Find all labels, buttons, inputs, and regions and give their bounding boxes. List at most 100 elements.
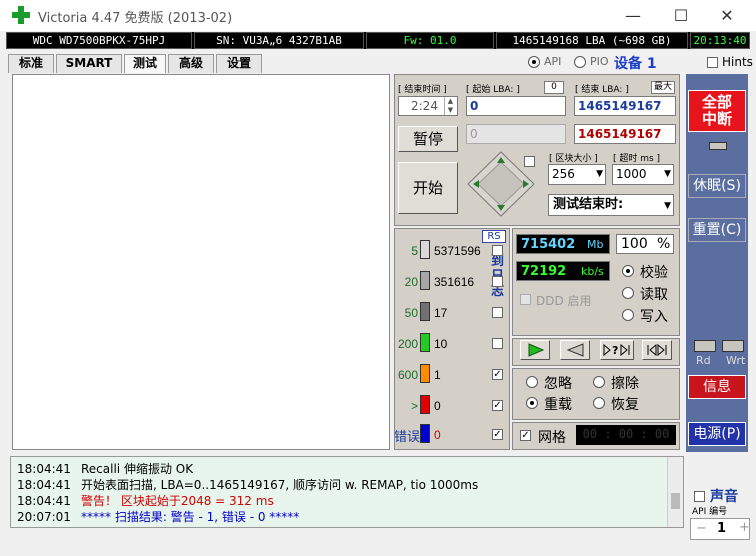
minimize-button[interactable]: — [610, 0, 656, 31]
sound-checkbox[interactable] [694, 491, 705, 502]
current-lba-display: 0 [466, 124, 566, 144]
log-entry: 18:04:41 Recalli 伸缩振动 OK [17, 460, 193, 477]
hints-checkbox[interactable] [707, 57, 718, 68]
dpad-checkbox[interactable] [524, 156, 535, 167]
drive-capacity: 1465149168 LBA (~698 GB) [496, 32, 688, 49]
increment-button[interactable]: + [739, 520, 750, 535]
end-lba-label: [ 结束 LBA: ] [575, 85, 629, 95]
api-number-value: 1 [717, 521, 727, 536]
skip-question-icon: ? [603, 343, 630, 357]
read-label: 读取 [640, 287, 668, 303]
end-time-spinner[interactable]: ▲ ▼ [444, 97, 456, 115]
drive-firmware: Fw: 01.0 [366, 32, 494, 49]
clock: 20:13:40 [690, 32, 750, 49]
title-bar: Victoria 4.47 免费版 (2013-02) — ☐ ✕ [0, 0, 756, 31]
block-size-label: [ 区块大小 ] [549, 154, 598, 164]
timeout-select[interactable]: 1000 ▼ [612, 164, 674, 185]
ddd-checkbox[interactable] [520, 294, 531, 305]
latency-color-swatch [420, 271, 430, 290]
start-button[interactable]: 开始 [398, 162, 458, 214]
api-radio[interactable] [528, 56, 540, 68]
start-lba-label: [ 起始 LBA: ] [466, 85, 520, 95]
reset-button[interactable]: 重置(C) [688, 218, 746, 242]
restore-radio[interactable] [593, 397, 605, 409]
sound-label: 声音 [710, 489, 738, 505]
latency-color-swatch [420, 333, 430, 352]
back-button[interactable] [560, 340, 590, 360]
hints-label: Hints [722, 55, 753, 69]
read-radio[interactable] [622, 287, 634, 299]
scan-map-area[interactable] [12, 74, 390, 450]
latency-color-swatch [420, 364, 430, 383]
verify-radio[interactable] [622, 265, 634, 277]
end-lba-input[interactable]: 1465149167 [574, 96, 676, 116]
log-entry: 20:07:01 ***** 扫描结果: 警告 - 1, 错误 - 0 ***** [17, 508, 299, 525]
start-lba-input[interactable]: 0 [466, 96, 566, 116]
log-to-file-checkbox[interactable] [492, 307, 503, 318]
remap-radio[interactable] [526, 397, 538, 409]
end-action-value: 测试结束时: [553, 197, 624, 212]
play-button[interactable] [520, 340, 550, 360]
start-lba-zero-button[interactable]: 0 [544, 81, 564, 94]
pio-radio[interactable] [574, 56, 586, 68]
legend-row: 200 10 [394, 333, 508, 355]
latency-threshold: 50 [404, 306, 418, 320]
end-button[interactable] [642, 340, 672, 360]
speed-kb-value: 72192 [521, 264, 567, 279]
rd-indicator [694, 340, 716, 352]
svg-text:?: ? [612, 344, 618, 357]
log-time: 20:07:01 [17, 510, 71, 524]
log-to-file-checkbox[interactable]: ✓ [492, 429, 503, 440]
sleep-button[interactable]: 休眠(S) [688, 174, 746, 198]
log-to-file-checkbox[interactable]: ✓ [492, 400, 503, 411]
log-entry: 18:04:41 开始表面扫描, LBA=0..1465149167, 顺序访问 … [17, 476, 478, 493]
log-message: Recalli 伸缩振动 OK [81, 462, 194, 476]
power-button[interactable]: 电源(P) [688, 422, 746, 446]
grid-checkbox[interactable]: ✓ [520, 430, 531, 441]
log-scrollbar[interactable] [667, 457, 683, 527]
latency-threshold: 20 [404, 275, 418, 289]
log-to-file-checkbox[interactable] [492, 338, 503, 349]
info-button[interactable]: 信息 [688, 375, 746, 399]
tab-advanced[interactable]: 高级 [168, 54, 214, 73]
log-scrollbar-thumb[interactable] [671, 493, 680, 509]
tab-standard[interactable]: 标准 [8, 54, 54, 73]
max-lba-button[interactable]: 最大 [651, 81, 675, 94]
api-label: API [544, 55, 562, 68]
log-area[interactable]: 18:04:41 Recalli 伸缩振动 OK 18:04:41 开始表面扫描, L… [10, 456, 684, 528]
play-icon [528, 343, 545, 357]
decrement-button[interactable]: − [696, 521, 707, 536]
tab-test[interactable]: 测试 [124, 54, 166, 73]
erase-radio[interactable] [593, 376, 605, 388]
pause-button[interactable]: 暂停 [398, 126, 458, 152]
drive-model: WDC WD7500BPKX-75HPJ [6, 32, 192, 49]
tab-settings[interactable]: 设置 [216, 54, 262, 73]
error-label: 错误 [394, 429, 421, 444]
legend-row: 50 17 [394, 302, 508, 324]
close-button[interactable]: ✕ [704, 0, 750, 31]
log-entry: 18:04:41 警告！ 区块起始于2048 = 312 ms [17, 492, 274, 509]
latency-count: 1 [434, 368, 441, 382]
chevron-down-icon: ▼ [596, 169, 603, 179]
grid-timer: 00 : 00 : 00 [576, 425, 676, 445]
log-to-file-checkbox[interactable] [492, 245, 503, 256]
grid-label: 网格 [538, 430, 566, 446]
block-size-select[interactable]: 256 ▼ [548, 164, 606, 185]
speed-mb-value: 715402 [521, 237, 576, 252]
write-radio[interactable] [622, 309, 634, 321]
tab-smart[interactable]: SMART [56, 54, 122, 73]
drive-serial: SN: VU3A„6 4327B1AB [194, 32, 364, 49]
device-select[interactable]: 设备 1 [614, 53, 657, 73]
maximize-button[interactable]: ☐ [658, 0, 704, 31]
abort-indicator [709, 142, 727, 150]
abort-all-button[interactable]: 全部 中断 [688, 90, 746, 132]
end-time-label: [ 结束时间 ] [398, 85, 447, 95]
latency-count: 351616 [434, 275, 475, 289]
ignore-radio[interactable] [526, 376, 538, 388]
skip-unknown-button[interactable]: ? [600, 340, 634, 360]
end-action-select[interactable]: 测试结束时: ▼ [548, 194, 674, 216]
api-number-spinner[interactable]: − 1 + [690, 518, 750, 540]
legend-row: 20 351616 [394, 271, 508, 293]
log-to-file-checkbox[interactable] [492, 276, 503, 287]
log-to-file-checkbox[interactable]: ✓ [492, 369, 503, 380]
